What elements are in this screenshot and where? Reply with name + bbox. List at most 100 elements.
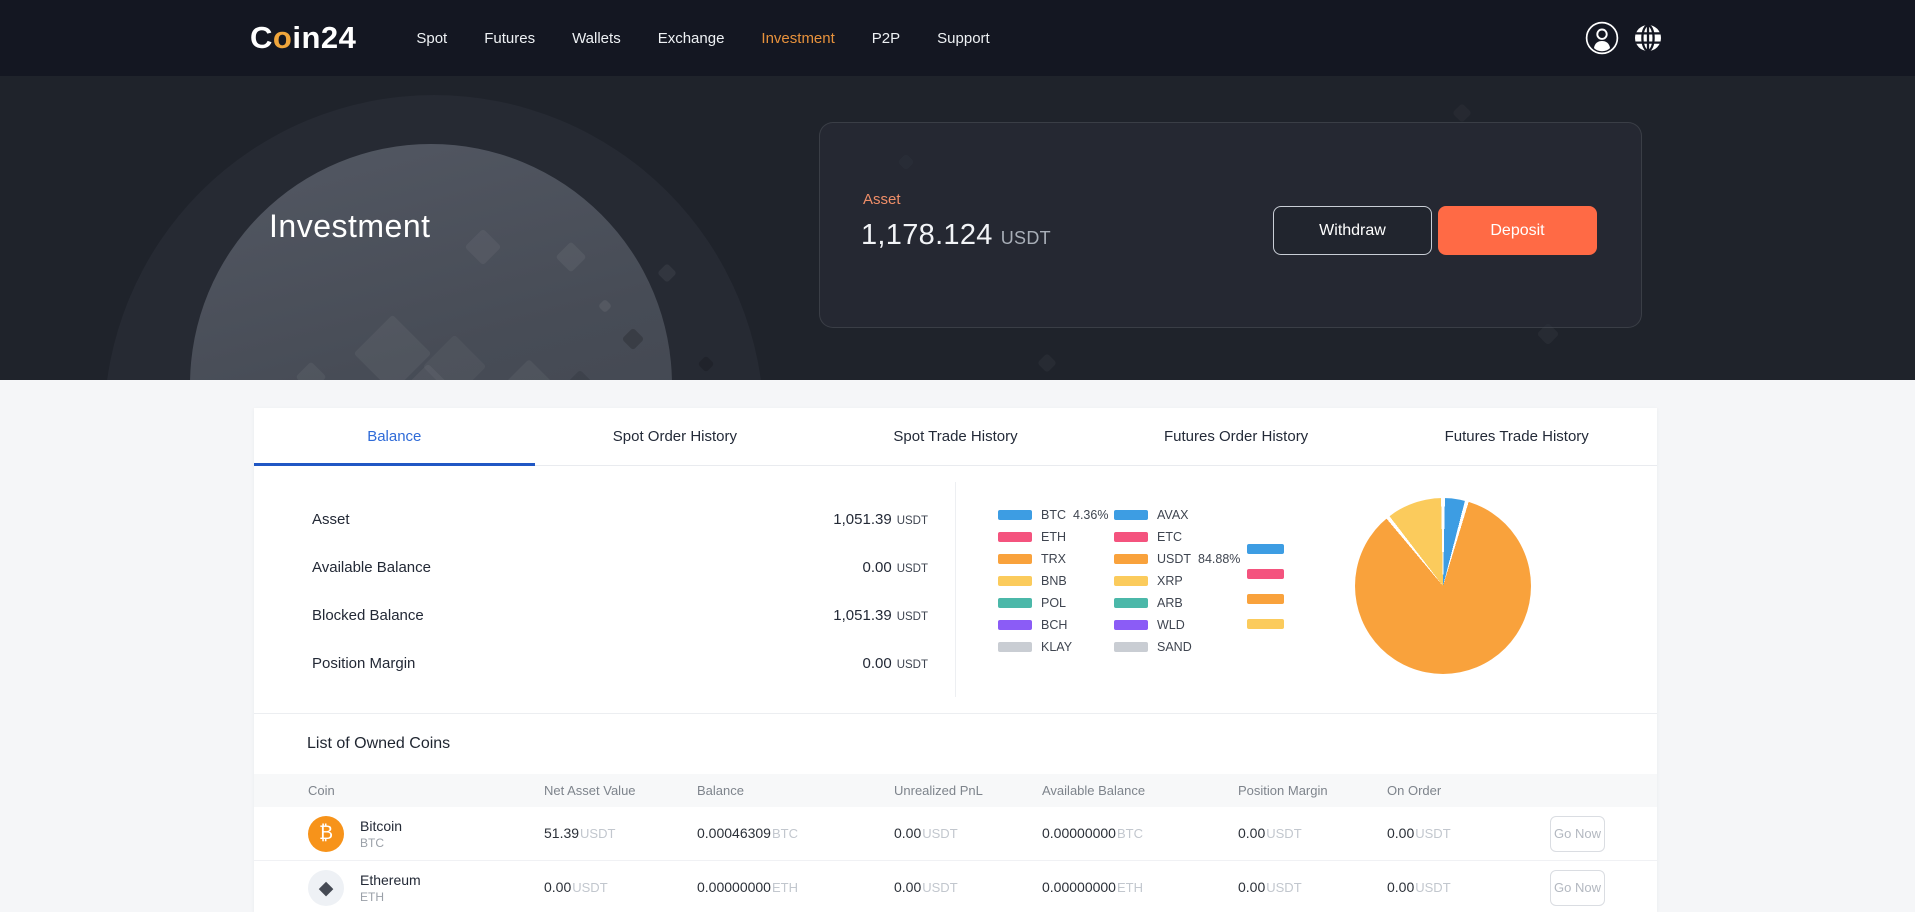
main-nav: Spot Futures Wallets Exchange Investment P2P S… — [416, 30, 989, 47]
tab[interactable]: Spot Trade History — [815, 408, 1096, 465]
coin-cell: ₿ Bitcoin BTC — [308, 816, 544, 852]
mini-legend-bar — [1247, 569, 1284, 579]
legend-label: AVAX — [1157, 508, 1189, 522]
coin-icon: ₿ — [308, 816, 344, 852]
brand-logo[interactable]: Coin24 — [250, 20, 356, 56]
legend-swatch — [1114, 576, 1148, 586]
legend-item: XRP — [1114, 574, 1230, 588]
coin-name: Bitcoin — [360, 818, 402, 834]
balance-row-label: Position Margin — [312, 655, 415, 672]
wallet-panel: BalanceSpot Order HistorySpot Trade Hist… — [254, 408, 1657, 912]
legend-swatch — [1114, 532, 1148, 542]
legend-swatch — [1114, 554, 1148, 564]
nav-item[interactable]: Wallets — [572, 30, 621, 47]
legend-percent: 84.88% — [1198, 552, 1240, 566]
balance-rows: Asset 1,051.39USDT Available Balance 0.0… — [312, 502, 928, 680]
deposit-button[interactable]: Deposit — [1438, 206, 1597, 255]
coin-glyph-icon: ◆ — [319, 877, 334, 899]
table-row: ◆ Ethereum ETH 0.00USDT 0.00000000ETH 0.… — [254, 861, 1657, 912]
legend-swatch — [998, 576, 1032, 586]
legend-swatch — [1114, 620, 1148, 630]
balance-row: Asset 1,051.39USDT — [312, 502, 928, 536]
position-margin-cell: 0.00USDT — [1238, 879, 1387, 897]
column-header: Available Balance — [1042, 783, 1238, 798]
user-icon[interactable] — [1585, 21, 1619, 55]
legend-column-1: BTC 4.36% ETH TRX — [998, 508, 1114, 654]
go-now-button[interactable]: Go Now — [1550, 870, 1605, 906]
vertical-divider — [955, 482, 956, 697]
legend-item: ETC — [1114, 530, 1230, 544]
nav-item[interactable]: Investment — [761, 30, 834, 47]
column-header: Balance — [697, 783, 894, 798]
legend-item: KLAY — [998, 640, 1114, 654]
legend-label: KLAY — [1041, 640, 1072, 654]
legend-item: TRX — [998, 552, 1114, 566]
legend-item: BNB — [998, 574, 1114, 588]
legend-item: WLD — [1114, 618, 1230, 632]
on-order-cell: 0.00USDT — [1387, 879, 1548, 897]
mini-legend-bar — [1247, 594, 1284, 604]
position-margin-cell: 0.00USDT — [1238, 825, 1387, 843]
tab[interactable]: Balance — [254, 408, 535, 465]
legend-item: ETH — [998, 530, 1114, 544]
table-row: ₿ Bitcoin BTC 51.39USDT 0.00046309BTC 0.… — [254, 807, 1657, 861]
asset-card-value: 1,178.124 USDT — [861, 219, 1051, 252]
tab[interactable]: Futures Order History — [1096, 408, 1377, 465]
balance-row-value: 1,051.39USDT — [833, 511, 928, 528]
mini-legend-bar — [1247, 619, 1284, 629]
legend-label: XRP — [1157, 574, 1183, 588]
tab[interactable]: Futures Trade History — [1376, 408, 1657, 465]
legend-swatch — [998, 532, 1032, 542]
action-cell: Go Now — [1548, 870, 1657, 906]
nav-item[interactable]: Spot — [416, 30, 447, 47]
legend-column-2: AVAX ETC USDT 84.88% — [1114, 508, 1230, 654]
legend-percent: 4.36% — [1073, 508, 1108, 522]
legend-label: ARB — [1157, 596, 1183, 610]
legend-item: BCH — [998, 618, 1114, 632]
nav-item[interactable]: Exchange — [658, 30, 725, 47]
owned-coins-header: List of Owned Coins — [254, 713, 1657, 774]
legend-swatch — [998, 554, 1032, 564]
coin-icon: ◆ — [308, 870, 344, 906]
globe-icon[interactable] — [1634, 24, 1662, 52]
unrealized-pnl-cell: 0.00USDT — [894, 825, 1042, 843]
balance-row-label: Available Balance — [312, 559, 431, 576]
asset-card-label: Asset — [863, 191, 901, 208]
legend-label: POL — [1041, 596, 1066, 610]
legend-item: ARB — [1114, 596, 1230, 610]
balance-row-value: 1,051.39USDT — [833, 607, 928, 624]
legend-label: BNB — [1041, 574, 1067, 588]
legend-swatch — [1114, 510, 1148, 520]
on-order-cell: 0.00USDT — [1387, 825, 1548, 843]
mini-legend — [1247, 544, 1284, 629]
asset-legend: BTC 4.36% ETH TRX — [998, 508, 1230, 654]
nav-item[interactable]: Futures — [484, 30, 535, 47]
balance-row-value: 0.00USDT — [862, 559, 928, 576]
available-balance-cell: 0.00000000ETH — [1042, 879, 1238, 897]
tab[interactable]: Spot Order History — [535, 408, 816, 465]
balance-row: Available Balance 0.00USDT — [312, 550, 928, 584]
coin-names: Bitcoin BTC — [360, 818, 402, 850]
coins-table-body: ₿ Bitcoin BTC 51.39USDT 0.00046309BTC 0.… — [254, 807, 1657, 912]
column-header: On Order — [1387, 783, 1548, 798]
coins-table-header: CoinNet Asset ValueBalanceUnrealized PnL… — [254, 774, 1657, 807]
logo-letter-c: C — [250, 20, 273, 55]
coin-symbol: BTC — [360, 836, 402, 850]
asset-unit: USDT — [1001, 228, 1051, 248]
asset-summary-card: Asset 1,178.124 USDT Withdraw Deposit — [819, 122, 1642, 328]
top-navigation-bar: Coin24 Spot Futures Wallets Exchange Investm… — [0, 0, 1915, 76]
balance-cell: 0.00046309BTC — [697, 825, 894, 843]
go-now-button[interactable]: Go Now — [1550, 816, 1605, 852]
net-asset-value-cell: 51.39USDT — [544, 825, 697, 843]
legend-swatch — [998, 620, 1032, 630]
nav-item[interactable]: Support — [937, 30, 990, 47]
nav-item[interactable]: P2P — [872, 30, 900, 47]
legend-label: ETH — [1041, 530, 1066, 544]
asset-amount: 1,178.124 — [861, 219, 993, 251]
mini-legend-bar — [1247, 544, 1284, 554]
legend-label: WLD — [1157, 618, 1185, 632]
coin-cell: ◆ Ethereum ETH — [308, 870, 544, 906]
topbar-icons — [1585, 21, 1662, 55]
withdraw-button[interactable]: Withdraw — [1273, 206, 1432, 255]
legend-swatch — [1114, 642, 1148, 652]
